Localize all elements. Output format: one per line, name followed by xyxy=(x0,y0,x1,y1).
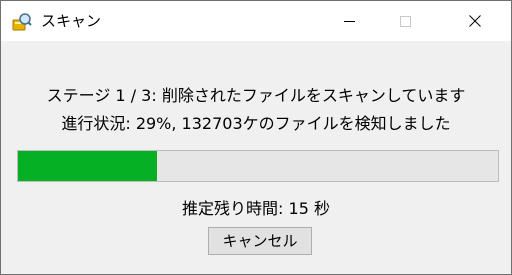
minimize-icon xyxy=(343,20,355,22)
window-title: スキャン xyxy=(41,12,102,30)
scan-app-icon xyxy=(12,12,32,32)
scan-dialog-window: スキャン ステージ 1 / 3: 削除されたファイルをスキャンしています 進行状… xyxy=(0,0,512,275)
time-remaining-text: 推定残り時間: 15 秒 xyxy=(182,199,330,218)
maximize-icon xyxy=(399,15,411,27)
minimize-button[interactable] xyxy=(326,1,372,41)
close-icon xyxy=(469,12,481,31)
stage-status-text: ステージ 1 / 3: 削除されたファイルをスキャンしています xyxy=(46,86,466,105)
cancel-button[interactable]: キャンセル xyxy=(208,227,312,255)
progress-bar-fill xyxy=(18,151,158,181)
progress-status-text: 進行状況: 29%, 132703ケのファイルを検知しました xyxy=(61,114,451,133)
close-button[interactable] xyxy=(452,1,498,41)
dialog-content: ステージ 1 / 3: 削除されたファイルをスキャンしています 進行状況: 29… xyxy=(1,41,511,274)
progress-bar xyxy=(17,150,499,182)
maximize-button[interactable] xyxy=(382,1,428,41)
title-bar[interactable]: スキャン xyxy=(1,1,511,41)
